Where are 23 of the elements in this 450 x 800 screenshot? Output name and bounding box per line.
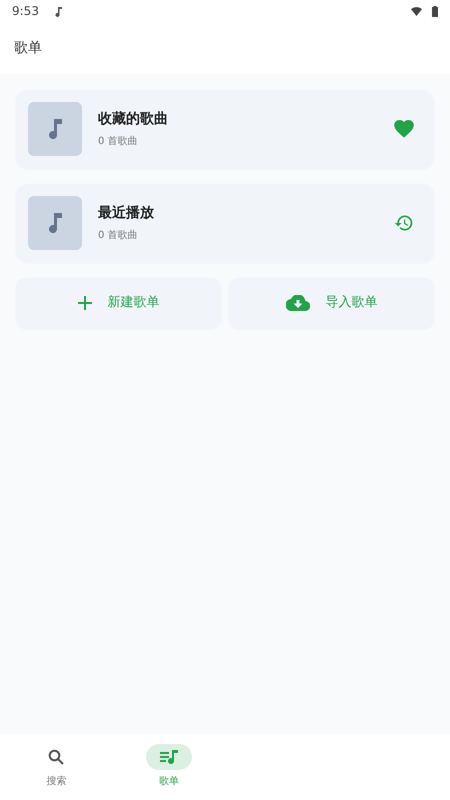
playlist-title: 收藏的歌曲: [98, 110, 169, 129]
song-count: 0 首歌曲: [98, 228, 139, 243]
music-note-icon: [48, 119, 62, 139]
music-note-icon: [48, 213, 62, 233]
playlist-title: 最近播放: [98, 204, 155, 223]
playlist-card[interactable]: 收藏的歌曲 0 首歌曲: [16, 90, 434, 168]
history-icon: [394, 213, 414, 233]
nav-tab[interactable]: 搜索: [0, 734, 112, 800]
plus-icon: [78, 296, 92, 310]
playlist-card[interactable]: 最近播放 0 首歌曲: [16, 184, 434, 262]
status-time: 9:53: [12, 3, 39, 20]
import-playlist-button[interactable]: 导入歌单: [229, 278, 434, 328]
heart-icon: [394, 120, 414, 138]
battery-icon: [432, 6, 438, 16]
page-title: 歌单: [14, 38, 42, 58]
wifi-icon: [411, 6, 422, 16]
song-count: 0 首歌曲: [98, 134, 139, 149]
nav-tab[interactable]: 歌单: [112, 734, 225, 800]
music-note-icon: [54, 6, 63, 16]
search-icon: [48, 749, 64, 765]
cloud-download-icon: [286, 295, 310, 311]
playlist-icon: [160, 750, 178, 764]
new-playlist-button[interactable]: 新建歌单: [16, 278, 221, 328]
